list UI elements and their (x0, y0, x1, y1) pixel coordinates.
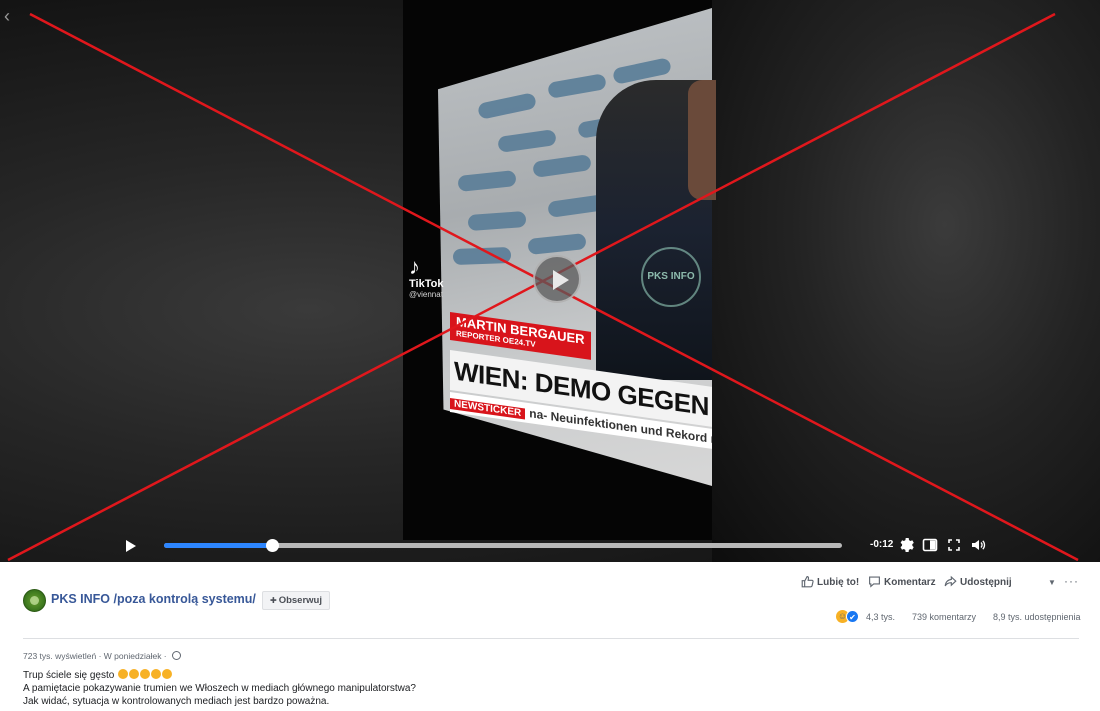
reaction-count[interactable]: 4,3 tys. (866, 610, 895, 624)
center-play-button[interactable] (533, 255, 581, 303)
gear-icon[interactable] (898, 537, 914, 553)
video-player[interactable]: ‹ PKS INFO ♪ TikTok @viennat MARTIN BERG… (0, 0, 1100, 562)
picture-in-picture-icon[interactable] (922, 537, 938, 553)
caret-down-icon[interactable]: ▼ (1048, 578, 1056, 587)
tiktok-icon: ♪ (409, 254, 420, 279)
fullscreen-icon[interactable] (946, 537, 962, 553)
chevron-left-icon[interactable]: ‹ (4, 6, 22, 26)
post-meta: 723 tys. wyświetleń · W poniedziałek · (23, 651, 181, 661)
post-text-line: Trup ściele się gęsto (23, 669, 723, 682)
share-button[interactable]: Udostępnij (944, 575, 1012, 591)
emoji-icon (151, 669, 162, 679)
footage-shape (476, 92, 538, 120)
comment-icon (869, 576, 880, 588)
follow-label: Obserwuj (278, 595, 322, 606)
post-text: Trup ściele się gęsto A pamiętacie pokaz… (23, 669, 723, 708)
emoji-icon (118, 669, 129, 679)
emoji-icon (162, 669, 173, 679)
video-controls: -0:12 (0, 530, 1100, 562)
like-reaction-icon: ✔ (846, 610, 859, 623)
page-avatar[interactable] (23, 589, 46, 612)
footage-shape (547, 73, 607, 99)
globe-icon (172, 651, 181, 660)
footage-shape (457, 170, 517, 192)
comments-count[interactable]: 739 komentarzy (912, 610, 976, 624)
meta-separator: · (161, 651, 169, 661)
comment-button[interactable]: Komentarz (868, 575, 936, 591)
post-date[interactable]: W poniedziałek (104, 651, 162, 661)
comment-label: Komentarz (884, 577, 936, 588)
ticker-tag: NEWSTICKER (450, 398, 526, 420)
page-name-link[interactable]: PKS INFO /poza kontrolą systemu/ (51, 592, 256, 606)
volume-icon[interactable] (970, 537, 986, 553)
progress-bar[interactable] (164, 539, 842, 552)
progress-fill (164, 543, 273, 548)
footage-shape (532, 154, 592, 178)
divider (23, 638, 1079, 639)
thumbs-up-icon (801, 576, 814, 588)
tiktok-logo: ♪ TikTok @viennat (409, 254, 469, 300)
tiktok-handle: @viennat (409, 290, 443, 299)
post-text-line-3: Jak widać, sytuacja w kontrolowanych med… (23, 696, 330, 707)
like-label: Lubię to! (817, 577, 860, 588)
video-background-blur (712, 0, 1100, 562)
shares-count[interactable]: 8,9 tys. udostępnienia (993, 610, 1081, 624)
time-remaining: -0:12 (870, 539, 894, 550)
post-text-line-2: A pamiętacie pokazywanie trumien we Włos… (23, 683, 416, 694)
footage-shape (497, 129, 557, 153)
play-icon[interactable] (124, 539, 138, 553)
tiktok-label: TikTok (409, 278, 444, 290)
emoji-icon (140, 669, 151, 679)
more-options-icon[interactable]: ··· (1064, 574, 1079, 588)
share-label: Udostępnij (960, 577, 1012, 588)
post-text-line-1: Trup ściele się gęsto (23, 670, 115, 681)
post-stats: ☺ ✔ 4,3 tys. 739 komentarzy 8,9 tys. udo… (836, 610, 1081, 624)
watermark-logo: PKS INFO (641, 247, 701, 307)
progress-handle[interactable] (266, 539, 280, 552)
share-icon (944, 575, 957, 587)
like-button[interactable]: Lubię to! (801, 575, 859, 591)
view-count: 723 tys. wyświetleń (23, 651, 97, 661)
footage-shape (467, 210, 527, 232)
meta-separator: · (96, 651, 104, 661)
emoji-icon (129, 669, 140, 679)
follow-button[interactable]: ✚ Obserwuj (262, 591, 330, 610)
footage-shape (527, 233, 587, 255)
follow-icon: ✚ (270, 596, 277, 605)
